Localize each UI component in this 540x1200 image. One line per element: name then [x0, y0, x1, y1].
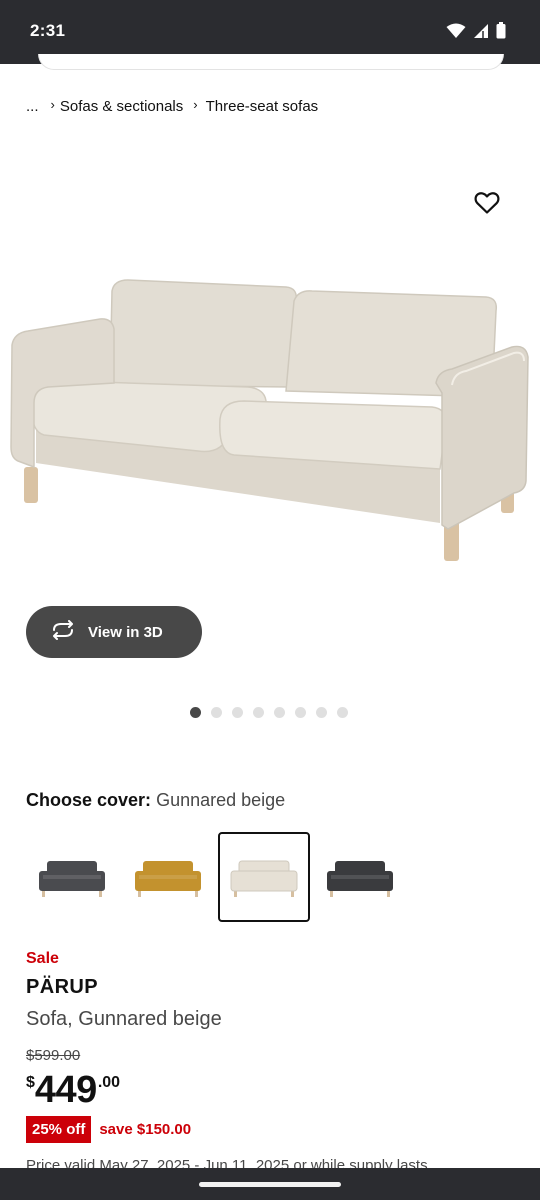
carousel-dot[interactable]	[232, 707, 243, 718]
price-decimal: .00	[97, 1074, 121, 1091]
home-gesture-handle[interactable]	[199, 1182, 341, 1187]
current-price: $ 449 .00	[26, 1068, 120, 1112]
rotate-3d-icon	[50, 619, 76, 645]
cover-swatch-dark-grey[interactable]	[26, 832, 118, 922]
carousel-dot[interactable]	[316, 707, 327, 718]
breadcrumb-ellipsis[interactable]: ...	[26, 98, 39, 115]
favorite-button[interactable]	[470, 190, 504, 220]
sofa-thumbnail	[230, 860, 298, 897]
discount-badge: 25% off	[26, 1116, 92, 1143]
sofa-thumbnail	[39, 861, 105, 897]
search-field-edge[interactable]	[38, 54, 504, 70]
carousel-dot[interactable]	[295, 707, 306, 718]
heart-icon	[474, 191, 500, 220]
cover-swatch-gunnared-beige[interactable]	[218, 832, 310, 922]
sofa-product-image[interactable]	[8, 275, 532, 572]
price-integer: 449	[34, 1069, 97, 1111]
carousel-dot[interactable]	[337, 707, 348, 718]
breadcrumb: ... › Sofas & sectionals › Three-seat so…	[26, 97, 319, 115]
status-time: 2:31	[30, 21, 66, 40]
cover-swatch-list	[26, 832, 410, 922]
carousel-dot[interactable]	[274, 707, 285, 718]
chevron-right-icon: ›	[50, 97, 55, 112]
status-icons	[446, 22, 506, 44]
cover-swatch-charcoal[interactable]	[314, 832, 406, 922]
breadcrumb-sofas-sectionals[interactable]: Sofas & sectionals	[60, 98, 183, 115]
product-description: Sofa, Gunnared beige	[26, 1008, 222, 1030]
choose-cover-value: Gunnared beige	[156, 790, 286, 810]
product-name: PÄRUP	[26, 976, 99, 998]
choose-cover-label: Choose cover:	[26, 790, 152, 810]
wifi-icon	[446, 23, 466, 44]
carousel-dot[interactable]	[253, 707, 264, 718]
carousel-dot[interactable]	[211, 707, 222, 718]
sale-label: Sale	[26, 950, 59, 967]
battery-icon	[496, 22, 506, 44]
signal-icon	[473, 23, 489, 44]
breadcrumb-three-seat-sofas[interactable]: Three-seat sofas	[206, 98, 319, 115]
savings-text: save $150.00	[99, 1121, 192, 1138]
sofa-thumbnail	[135, 861, 201, 897]
choose-cover-heading: Choose cover: Gunnared beige	[26, 790, 285, 811]
price-currency: $	[26, 1074, 35, 1091]
system-navigation-bar	[0, 1168, 540, 1200]
carousel-dot[interactable]	[190, 707, 201, 718]
view-in-3d-label: View in 3D	[88, 623, 163, 641]
previous-price: $599.00	[26, 1047, 81, 1064]
cover-swatch-golden-brown[interactable]	[122, 832, 214, 922]
discount-row: 25% off save $150.00	[26, 1116, 191, 1143]
view-in-3d-button[interactable]: View in 3D	[26, 606, 202, 658]
chevron-right-icon: ›	[193, 97, 198, 112]
image-carousel-dots	[190, 707, 348, 718]
sofa-thumbnail	[327, 861, 393, 897]
